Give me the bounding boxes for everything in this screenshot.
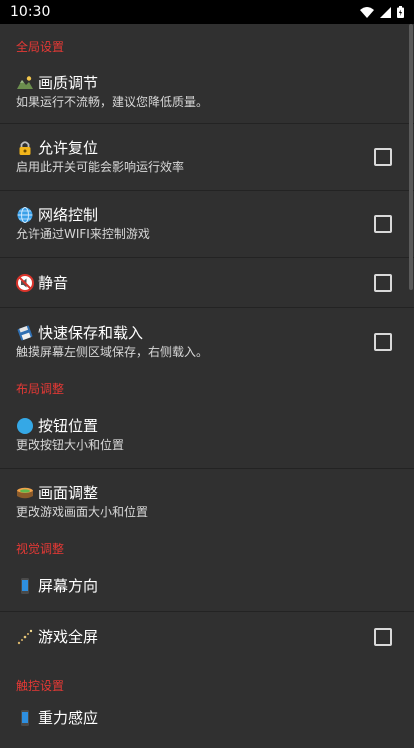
setting-mute[interactable]: 静音 <box>0 258 414 308</box>
section-header-touch: 触控设置 <box>16 678 65 693</box>
scrollbar[interactable] <box>409 24 413 290</box>
setting-quick-save[interactable]: 快速保存和载入 触摸屏幕左侧区域保存，右侧载入。 <box>0 308 414 375</box>
phone-icon <box>16 577 34 595</box>
setting-game-fullscreen[interactable]: 游戏全屏 <box>0 612 414 662</box>
setting-title: 允许复位 <box>38 139 99 157</box>
allow-reset-checkbox[interactable] <box>374 148 392 166</box>
setting-screen-adjust[interactable]: 画面调整 更改游戏画面大小和位置 <box>0 469 414 535</box>
landscape-icon <box>16 74 34 92</box>
status-icons <box>360 6 404 18</box>
signal-icon <box>380 6 391 18</box>
setting-screen-orientation[interactable]: 屏幕方向 <box>0 561 414 612</box>
setting-title: 重力感应 <box>38 709 99 727</box>
setting-summary: 如果运行不流畅，建议您降低质量。 <box>16 94 209 109</box>
wifi-icon <box>360 6 374 18</box>
section-header-global: 全局设置 <box>16 39 65 54</box>
setting-title: 快速保存和载入 <box>38 323 144 342</box>
status-bar: 10:30 <box>0 0 414 24</box>
setting-title: 画面调整 <box>38 484 99 502</box>
section-header-layout: 布局调整 <box>16 381 65 396</box>
setting-gravity-sensor[interactable]: 重力感应 <box>0 708 414 748</box>
save-disk-icon <box>16 324 34 342</box>
setting-summary: 允许通过WIFI来控制游戏 <box>16 227 150 241</box>
setting-title: 按钮位置 <box>38 416 99 435</box>
mute-checkbox[interactable] <box>374 273 392 292</box>
quick-save-checkbox[interactable] <box>374 332 392 351</box>
status-time: 10:30 <box>10 4 51 20</box>
setting-summary: 触摸屏幕左侧区域保存，右侧载入。 <box>16 344 209 359</box>
sparkles-icon <box>16 628 34 646</box>
setting-summary: 更改按钮大小和位置 <box>16 437 125 452</box>
setting-title: 画质调节 <box>38 73 99 92</box>
stadium-icon <box>16 484 34 502</box>
setting-allow-reset[interactable]: 允许复位 启用此开关可能会影响运行效率 <box>0 124 414 191</box>
setting-summary: 启用此开关可能会影响运行效率 <box>16 160 185 174</box>
phone-icon <box>16 709 34 727</box>
setting-title: 网络控制 <box>38 206 99 224</box>
setting-title: 屏幕方向 <box>38 577 99 595</box>
setting-button-position[interactable]: 按钮位置 更改按钮大小和位置 <box>0 401 414 469</box>
blue-circle-icon <box>16 417 34 435</box>
setting-summary: 更改游戏画面大小和位置 <box>16 505 149 519</box>
setting-network-control[interactable]: 网络控制 允许通过WIFI来控制游戏 <box>0 191 414 258</box>
battery-icon <box>397 6 404 18</box>
mute-icon <box>16 273 34 292</box>
network-control-checkbox[interactable] <box>374 215 392 233</box>
setting-quality[interactable]: 画质调节 如果运行不流畅，建议您降低质量。 <box>0 68 414 124</box>
lock-icon <box>16 139 34 157</box>
setting-title: 游戏全屏 <box>38 628 99 646</box>
section-header-visual: 视觉调整 <box>16 541 65 556</box>
setting-title: 静音 <box>38 273 69 292</box>
game-fullscreen-checkbox[interactable] <box>374 628 392 646</box>
globe-icon <box>16 206 34 224</box>
